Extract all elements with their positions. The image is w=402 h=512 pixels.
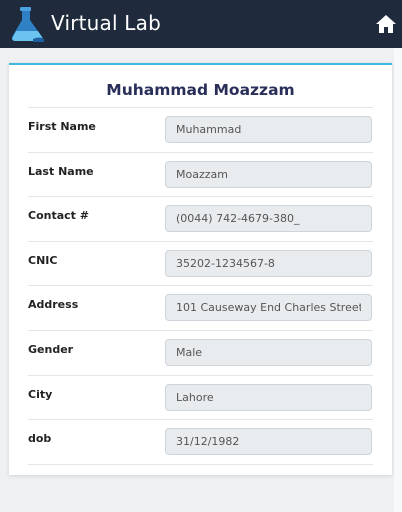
home-icon[interactable] [375, 14, 397, 34]
profile-card: Muhammad Moazzam First Name Last Name Co… [9, 63, 392, 475]
gender-label: Gender [28, 343, 74, 356]
address-field[interactable] [165, 294, 372, 322]
cnic-label: CNIC [28, 253, 58, 267]
city-label: City [28, 387, 53, 401]
cnic-row: CNIC [28, 242, 373, 287]
page-edge [394, 48, 402, 512]
city-field[interactable] [165, 383, 372, 411]
city-row: City [28, 376, 373, 421]
contact-row: Contact # [28, 197, 373, 242]
first-name-field[interactable] [165, 116, 372, 143]
last-name-field[interactable] [165, 160, 372, 188]
address-row: Address [28, 286, 373, 331]
gender-row: Gender [28, 331, 373, 376]
app-title[interactable]: Virtual Lab [51, 11, 161, 35]
dob-field[interactable] [165, 428, 372, 456]
dob-label: dob [28, 432, 52, 446]
address-label: Address [28, 298, 79, 312]
contact-label: Contact # [28, 209, 89, 223]
gender-field[interactable] [165, 339, 372, 366]
cnic-field[interactable] [165, 249, 372, 277]
first-name-row: First Name [28, 108, 373, 153]
profile-name: Muhammad Moazzam [106, 81, 295, 99]
last-name-label: Last Name [28, 164, 94, 178]
last-name-row: Last Name [28, 153, 373, 198]
contact-field[interactable] [165, 205, 372, 233]
dob-row: dob [28, 420, 373, 465]
first-name-label: First Name [28, 120, 96, 133]
flask-icon[interactable] [9, 5, 45, 43]
top-navbar: Virtual Lab [0, 0, 402, 48]
